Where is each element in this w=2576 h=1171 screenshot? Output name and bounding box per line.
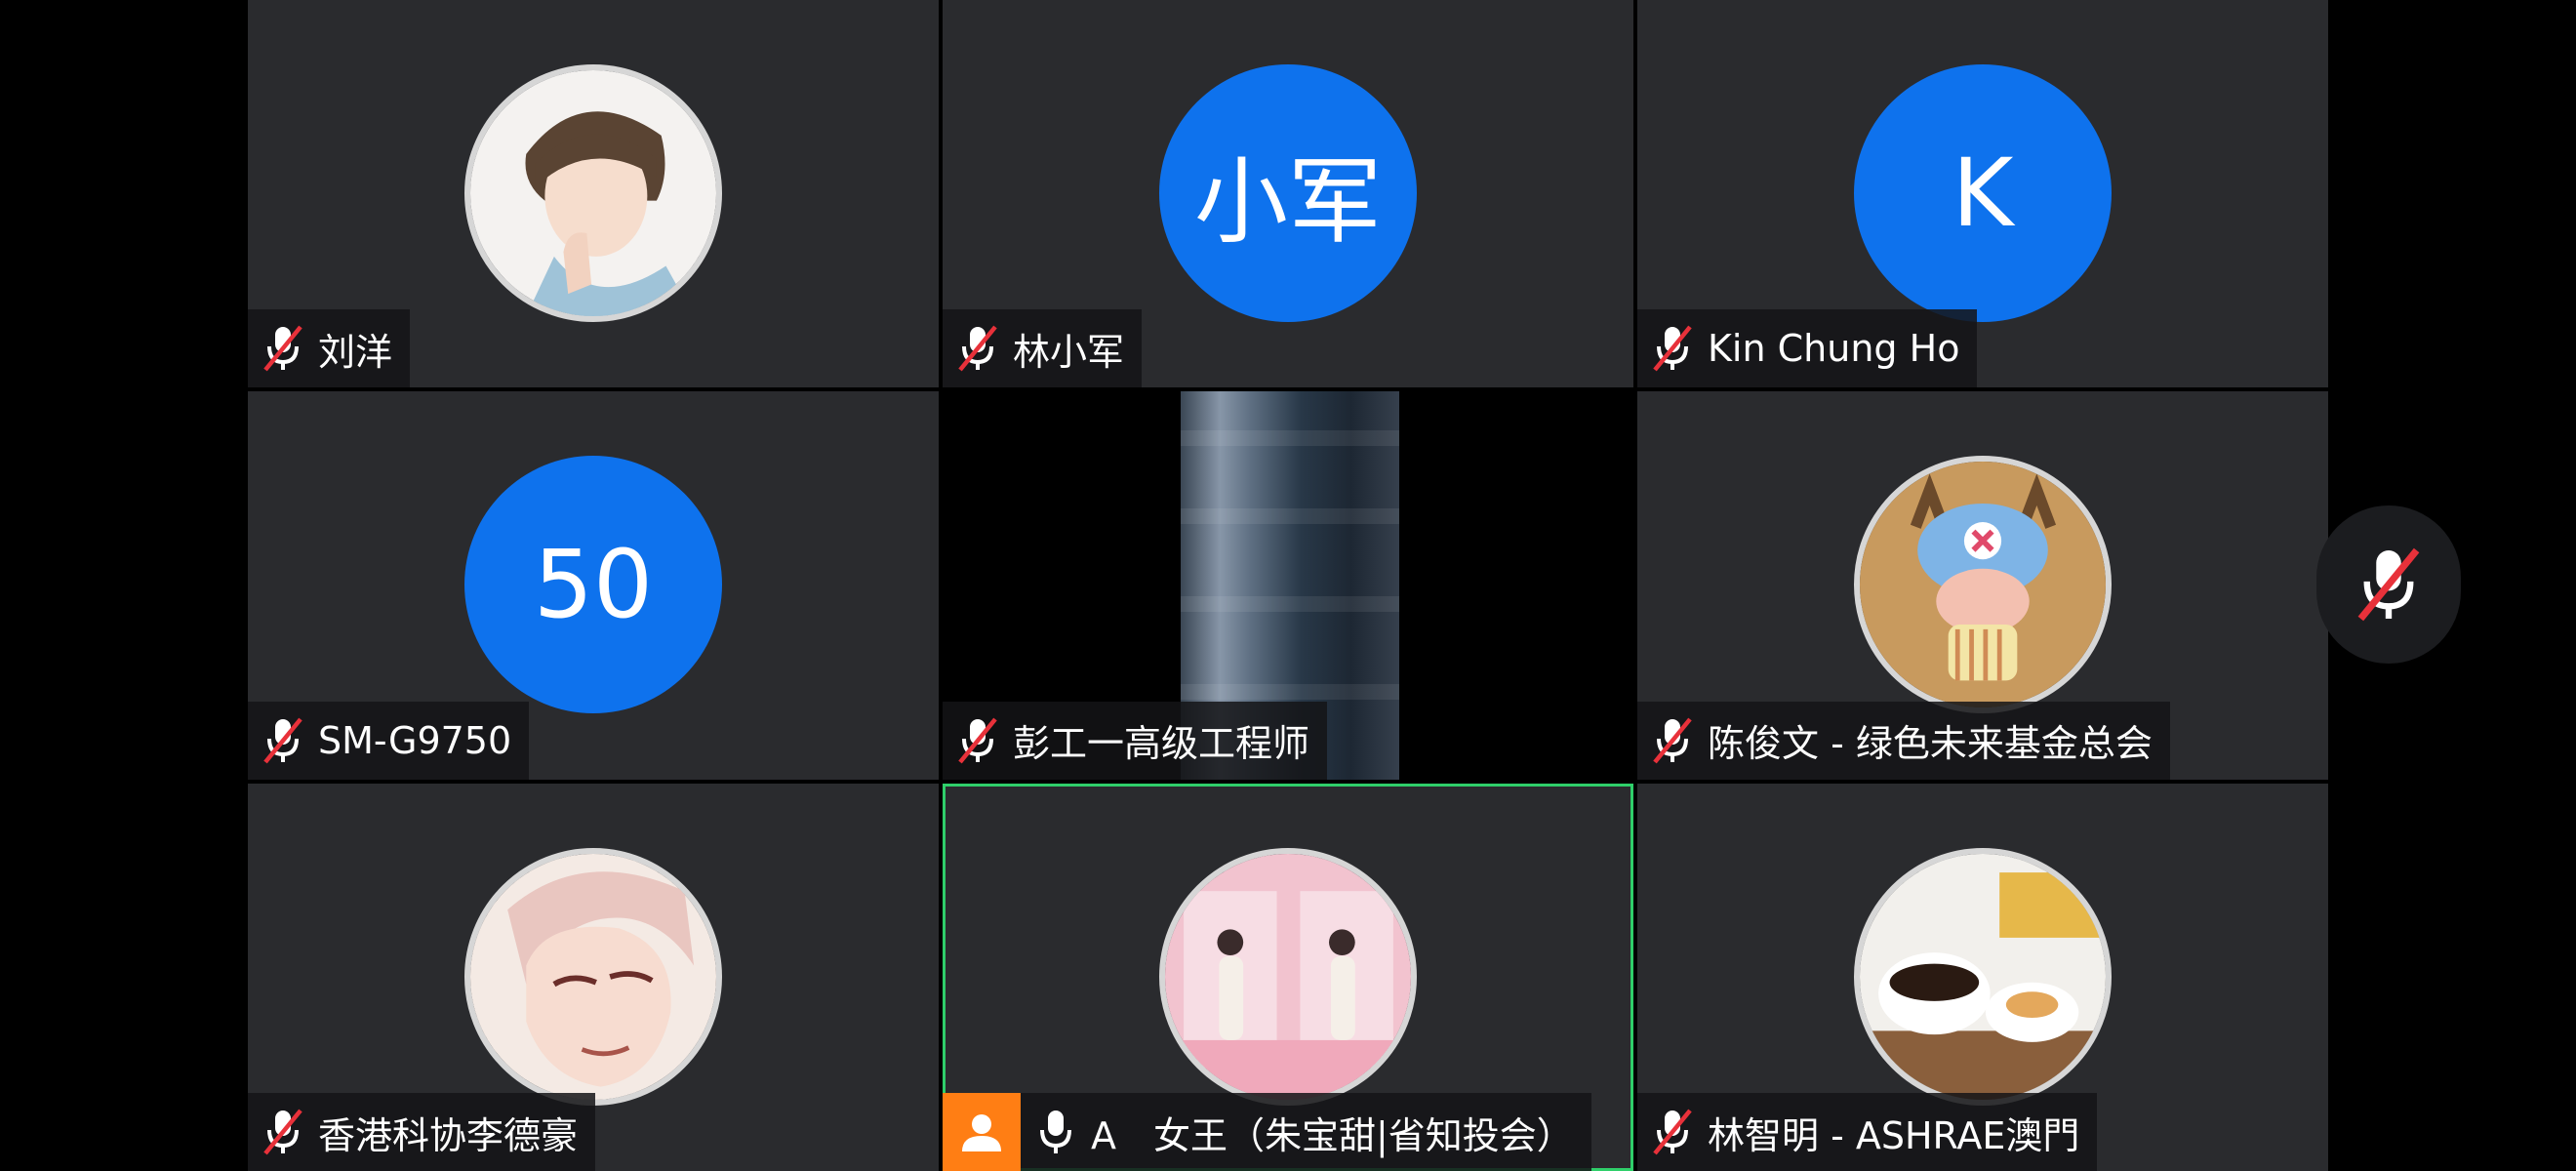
participant-name: 刘洋	[318, 330, 393, 374]
participant-tile[interactable]: 林智明 - ASHRAE澳門	[1637, 783, 2328, 1171]
mic-muted-icon	[263, 325, 302, 372]
participant-name-tag: Kin Chung Ho	[1637, 309, 1978, 388]
participant-name-tag: SM-G9750	[248, 701, 530, 780]
participant-avatar-photo	[1854, 847, 2112, 1106]
participant-avatar-photo	[464, 847, 722, 1106]
mic-muted-icon	[958, 717, 997, 764]
participant-name-tag: 林智明 - ASHRAE澳門	[1637, 1093, 2098, 1171]
mic-muted-icon	[1653, 325, 1692, 372]
person-icon	[962, 1114, 1001, 1151]
participant-name: 林智明 - ASHRAE澳門	[1708, 1113, 2080, 1157]
anime-man-avatar-image	[470, 853, 716, 1100]
participant-name: Kin Chung Ho	[1708, 327, 1960, 371]
avatar-initials: K	[1952, 139, 2014, 248]
participant-name: SM-G9750	[318, 718, 512, 762]
mic-muted-icon	[958, 325, 997, 372]
mic-muted-icon	[1653, 717, 1692, 764]
participant-avatar-photo	[1159, 847, 1417, 1106]
participant-avatar-initials: 小军	[1159, 64, 1417, 322]
participant-name-tag: 刘洋	[248, 309, 411, 388]
self-mute-toggle-button[interactable]	[2316, 505, 2461, 664]
participant-name-tag: 彭工一高级工程师	[943, 701, 1328, 780]
participant-avatar-initials: 50	[464, 456, 722, 714]
participant-tile-active-speaker[interactable]: A 女王（朱宝甜|省知投会）	[943, 783, 1633, 1171]
host-badge	[943, 1093, 1021, 1171]
participant-name: A 女王（朱宝甜|省知投会）	[1091, 1113, 1574, 1157]
participant-name: 彭工一高级工程师	[1013, 722, 1310, 766]
chopper-figure-avatar-image	[1860, 462, 2106, 708]
mic-muted-icon	[263, 717, 302, 764]
participant-grid: 刘洋 小军 林小军 K Kin Chung Ho 50 SM-G9750 彭工一…	[248, 0, 2328, 1171]
mic-icon	[1040, 1110, 1071, 1153]
participant-tile[interactable]: 小军 林小军	[943, 0, 1633, 388]
meeting-gallery-view: 刘洋 小军 林小军 K Kin Chung Ho 50 SM-G9750 彭工一…	[0, 0, 2576, 1171]
participant-name: 林小军	[1013, 330, 1125, 374]
anime-boy-avatar-image	[470, 70, 716, 316]
participant-tile[interactable]: 彭工一高级工程师	[943, 391, 1633, 780]
participant-name-tag: 陈俊文 - 绿色未来基金总会	[1637, 701, 2170, 780]
woman-photo-avatar-image	[1165, 853, 1411, 1100]
participant-tile[interactable]: 刘洋	[248, 0, 939, 388]
participant-tile[interactable]: K Kin Chung Ho	[1637, 0, 2328, 388]
participant-avatar-photo	[464, 64, 722, 322]
mic-muted-icon	[1653, 1109, 1692, 1155]
mic-muted-icon	[2357, 547, 2420, 622]
avatar-initials: 50	[533, 530, 654, 640]
participant-name-tag: 林小军	[943, 309, 1143, 388]
participant-tile[interactable]: 香港科协李德豪	[248, 783, 939, 1171]
participant-name-tag: 香港科协李德豪	[248, 1093, 596, 1171]
participant-tile[interactable]: 陈俊文 - 绿色未来基金总会	[1637, 391, 2328, 780]
participant-name: 陈俊文 - 绿色未来基金总会	[1708, 722, 2153, 766]
participant-avatar-photo	[1854, 456, 2112, 714]
participant-avatar-initials: K	[1854, 64, 2112, 322]
participant-name-tag: A 女王（朱宝甜|省知投会）	[943, 1093, 1591, 1171]
participant-name: 香港科协李德豪	[318, 1113, 579, 1157]
participant-tile[interactable]: 50 SM-G9750	[248, 391, 939, 780]
avatar-initials: 小军	[1194, 146, 1382, 257]
mic-muted-icon	[263, 1109, 302, 1155]
coffee-photo-avatar-image	[1860, 853, 2106, 1100]
